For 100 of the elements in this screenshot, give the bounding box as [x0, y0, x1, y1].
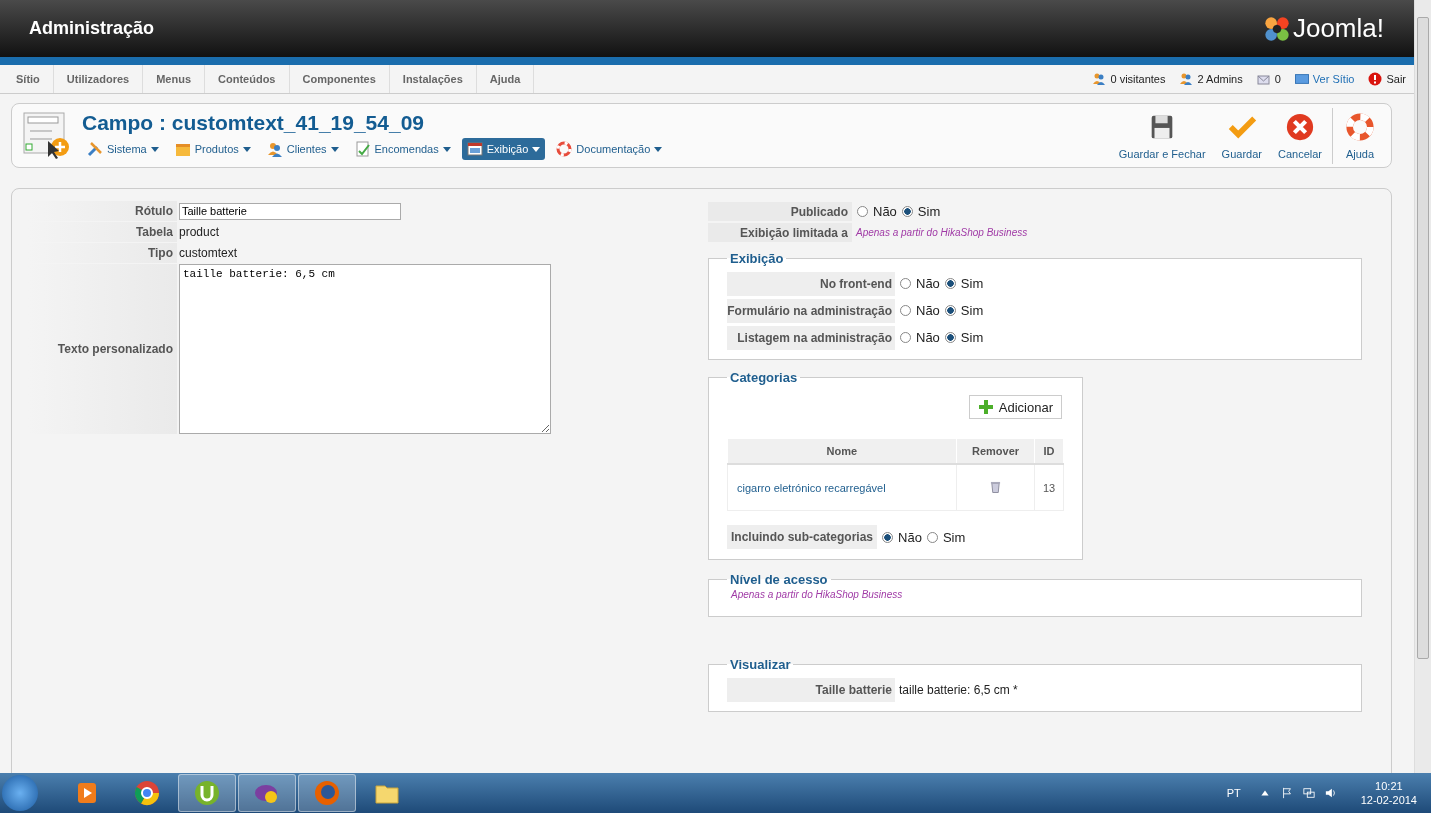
browser-icon: [313, 779, 341, 807]
radio-button[interactable]: [944, 305, 956, 316]
radio-button[interactable]: [944, 278, 956, 289]
add-button[interactable]: Adicionar: [968, 395, 1062, 419]
menu-item[interactable]: Instalações: [389, 65, 477, 93]
radio-label: Sim: [917, 204, 941, 219]
taskbar-button[interactable]: [178, 774, 236, 812]
radio-label: Não: [916, 303, 940, 318]
radio-button[interactable]: [857, 206, 868, 217]
caret-icon: [150, 146, 159, 152]
category-link[interactable]: cigarro eletrónico recarregável: [729, 481, 886, 494]
submenu-item[interactable]: Documentação: [551, 138, 668, 160]
logo-text: Joomla!: [1292, 13, 1384, 44]
menu-item[interactable]: Menus: [143, 65, 206, 93]
submenu-item[interactable]: Exibição: [461, 138, 546, 160]
fieldset-legend: Exibição: [727, 251, 787, 266]
field-label: Taille batterie: [727, 677, 895, 702]
toolbar-button[interactable]: Guardar e Fechar: [1112, 107, 1212, 164]
document-icon: [354, 141, 371, 157]
logo-icon: [1262, 14, 1291, 43]
lifebuoy-icon: [1345, 111, 1375, 142]
field-label: Publicado: [708, 202, 852, 221]
language-indicator[interactable]: PT: [1226, 787, 1241, 799]
status-link[interactable]: 0: [1274, 73, 1281, 85]
fieldset-legend: Categorias: [727, 370, 801, 385]
radio-button[interactable]: [900, 278, 911, 289]
start-button[interactable]: [2, 775, 38, 811]
radio-label: Não: [898, 529, 922, 545]
caret-icon: [242, 146, 251, 152]
radio-label: Não: [916, 330, 940, 345]
caret-icon: [442, 146, 451, 152]
box-icon: [174, 141, 191, 157]
form-field-icon: [22, 110, 72, 161]
submenu-item[interactable]: Sistema: [82, 138, 164, 160]
lifebuoy-icon: [556, 141, 573, 157]
taskbar-button[interactable]: [238, 774, 296, 812]
trash-icon[interactable]: [990, 479, 1001, 494]
radio-button[interactable]: [900, 305, 911, 316]
fieldset-legend: Nível de acesso: [727, 572, 831, 587]
field-label: Exibição limitada a: [708, 223, 852, 242]
field-value: product: [179, 225, 220, 239]
alert-icon: [1368, 72, 1383, 86]
radio-label: Sim: [960, 330, 984, 345]
radio-label: Não: [873, 204, 897, 219]
upgrade-note: Apenas a partir do HikaShop Business: [731, 589, 903, 600]
volume-icon[interactable]: [1324, 787, 1337, 799]
label-input[interactable]: Taille batterie: [179, 202, 401, 220]
radio-button[interactable]: [900, 332, 911, 343]
column-header: ID: [1034, 439, 1064, 464]
plus-icon: [977, 399, 994, 415]
caret-icon: [654, 146, 663, 152]
radio-button[interactable]: [882, 531, 894, 543]
page-title: Campo : customtext_41_19_54_09: [82, 111, 425, 135]
clock[interactable]: 10:21 12-02-2014: [1360, 780, 1417, 806]
field-label: Formulário na administração: [727, 298, 895, 323]
browser-icon: [133, 779, 161, 807]
taskbar-button[interactable]: [298, 774, 356, 812]
radio-label: Sim: [960, 303, 984, 318]
flag-icon[interactable]: [1280, 787, 1293, 799]
radio-button[interactable]: [901, 206, 913, 217]
menu-item[interactable]: Utilizadores: [53, 65, 144, 93]
status-link[interactable]: Ver Sítio: [1312, 73, 1355, 85]
window-icon: [466, 141, 483, 157]
users-icon: [1092, 72, 1107, 86]
submenu-item[interactable]: Clientes: [261, 138, 344, 160]
toolbar-button[interactable]: Ajuda: [1332, 107, 1381, 164]
field-label: No front-end: [727, 271, 895, 296]
toolbar-button[interactable]: Cancelar: [1271, 107, 1328, 164]
radio-button[interactable]: [944, 332, 956, 343]
radio-label: Sim: [942, 529, 966, 545]
submenu-item[interactable]: Encomendas: [349, 138, 456, 160]
tools-icon: [87, 141, 103, 157]
field-label: Incluindo sub-categorias: [727, 525, 878, 549]
preview-value: taille batterie: 6,5 cm *: [899, 682, 1018, 697]
users-icon: [1179, 72, 1194, 86]
column-header: Remover: [956, 439, 1035, 464]
caret-icon: [330, 146, 339, 152]
menu-item[interactable]: Conteúdos: [205, 65, 290, 93]
custom-text-area[interactable]: taille batterie: 6,5 cm: [179, 264, 551, 434]
upgrade-note: Apenas a partir do HikaShop Business: [856, 227, 1028, 238]
menu-item[interactable]: Ajuda: [476, 65, 535, 93]
caret-icon: [532, 146, 541, 152]
submenu-item[interactable]: Produtos: [169, 138, 256, 160]
table-cell: 13: [1034, 464, 1064, 511]
radio-label: Sim: [960, 276, 984, 291]
menu-item[interactable]: Sítio: [3, 65, 54, 93]
monitor-icon: [1294, 72, 1309, 86]
field-value: customtext: [179, 246, 238, 260]
menu-item[interactable]: Componentes: [289, 65, 390, 93]
toolbar-button[interactable]: Guardar: [1215, 107, 1268, 164]
field-label: Listagem na administração: [727, 325, 895, 350]
status-link[interactable]: Sair: [1386, 73, 1406, 85]
radio-button[interactable]: [926, 531, 938, 543]
status-link[interactable]: 2 Admins: [1197, 73, 1243, 85]
column-header: Nome: [727, 439, 957, 464]
users-icon: [266, 141, 283, 157]
network-icon[interactable]: [1302, 787, 1315, 799]
status-link[interactable]: 0 visitantes: [1110, 73, 1166, 85]
radio-label: Não: [916, 276, 940, 291]
close-icon: [1285, 111, 1315, 142]
